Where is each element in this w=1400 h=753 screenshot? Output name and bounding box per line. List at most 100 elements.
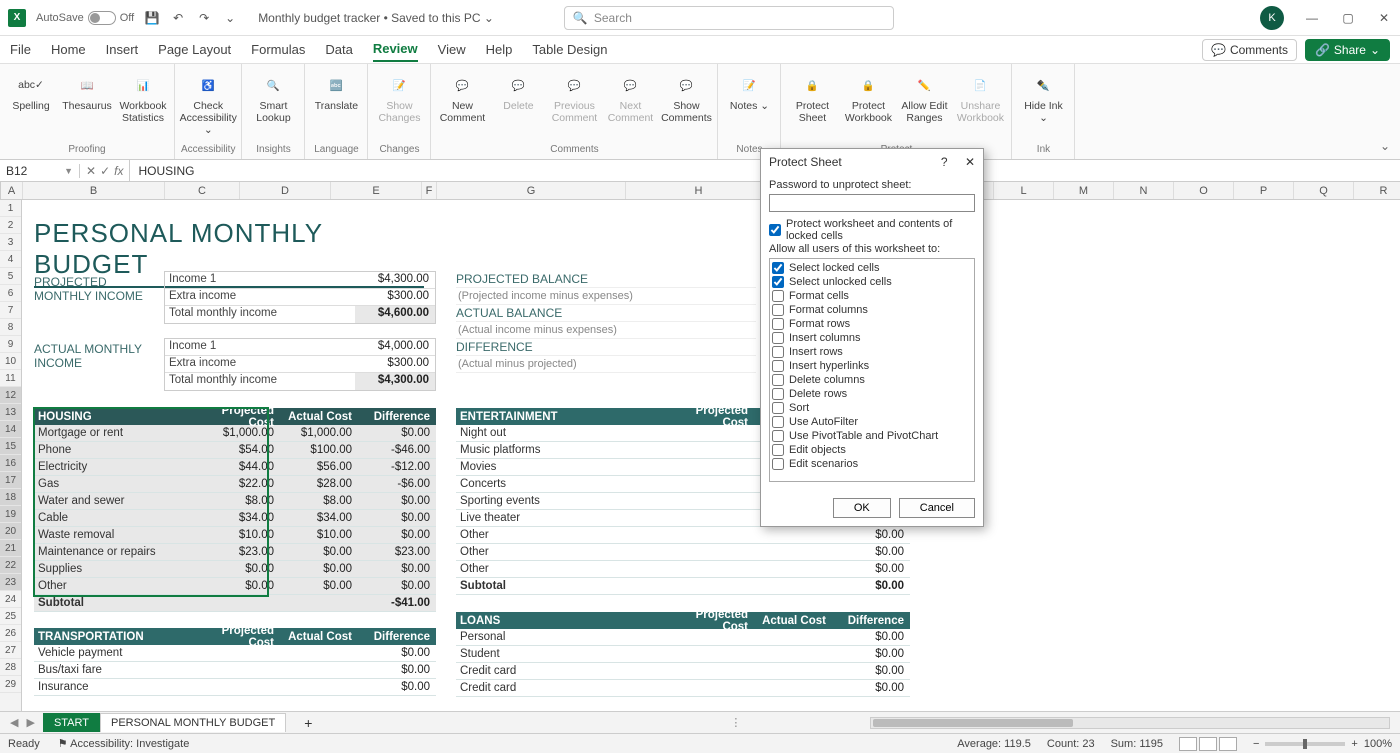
workbook-statistics-button[interactable]: 📊Workbook Statistics — [118, 68, 168, 124]
zoom-in-icon[interactable]: + — [1351, 738, 1357, 750]
prev-sheet-icon[interactable]: ◀ — [10, 716, 18, 729]
password-input[interactable] — [769, 194, 975, 212]
tab-insert[interactable]: Insert — [106, 38, 139, 61]
cancel-formula-icon[interactable]: ✕ — [86, 164, 96, 178]
tab-data[interactable]: Data — [325, 38, 352, 61]
permission-checkbox[interactable] — [772, 458, 784, 470]
permission-item[interactable]: Format rows — [772, 317, 972, 331]
notes-button[interactable]: 📝Notes ⌄ — [724, 68, 774, 112]
row-header-10[interactable]: 10 — [0, 353, 21, 370]
new-sheet-button[interactable]: + — [294, 715, 322, 731]
row-header-20[interactable]: 20 — [0, 523, 21, 540]
permission-checkbox[interactable] — [772, 262, 784, 274]
row-header-23[interactable]: 23 — [0, 574, 21, 591]
permission-item[interactable]: Insert columns — [772, 331, 972, 345]
row-header-26[interactable]: 26 — [0, 625, 21, 642]
horizontal-scrollbar[interactable] — [870, 717, 1390, 729]
protect-sheet-button[interactable]: 🔒Protect Sheet — [787, 68, 837, 124]
qat-dropdown-icon[interactable]: ⌄ — [222, 10, 238, 26]
minimize-icon[interactable]: — — [1304, 10, 1320, 26]
ok-button[interactable]: OK — [833, 498, 891, 518]
permission-checkbox[interactable] — [772, 346, 784, 358]
zoom-out-icon[interactable]: − — [1253, 738, 1259, 750]
sheet-tab-personal-monthly-budget[interactable]: PERSONAL MONTHLY BUDGET — [100, 713, 286, 732]
row-header-2[interactable]: 2 — [0, 217, 21, 234]
row-header-3[interactable]: 3 — [0, 234, 21, 251]
allow-edit-ranges-button[interactable]: ✏️Allow Edit Ranges — [899, 68, 949, 124]
protect-workbook-button[interactable]: 🔒Protect Workbook — [843, 68, 893, 124]
row-header-9[interactable]: 9 — [0, 336, 21, 353]
col-header-O[interactable]: O — [1174, 182, 1234, 199]
row-header-5[interactable]: 5 — [0, 268, 21, 285]
enter-formula-icon[interactable]: ✓ — [100, 164, 110, 178]
autosave-toggle[interactable]: AutoSave Off — [36, 11, 134, 25]
tab-table-design[interactable]: Table Design — [532, 38, 607, 61]
next-sheet-icon[interactable]: ▶ — [26, 716, 34, 729]
accessibility-status[interactable]: ⚑ Accessibility: Investigate — [58, 737, 190, 750]
permission-item[interactable]: Format cells — [772, 289, 972, 303]
col-header-L[interactable]: L — [994, 182, 1054, 199]
col-header-E[interactable]: E — [331, 182, 422, 199]
row-header-21[interactable]: 21 — [0, 540, 21, 557]
comments-button[interactable]: 💬 Comments — [1202, 39, 1297, 61]
smart-lookup-button[interactable]: 🔍Smart Lookup — [248, 68, 298, 124]
row-header-1[interactable]: 1 — [0, 200, 21, 217]
col-header-P[interactable]: P — [1234, 182, 1294, 199]
permission-checkbox[interactable] — [772, 388, 784, 400]
spelling-button[interactable]: abc✓Spelling — [6, 68, 56, 112]
row-header-18[interactable]: 18 — [0, 489, 21, 506]
row-header-12[interactable]: 12 — [0, 387, 21, 404]
permission-item[interactable]: Sort — [772, 401, 972, 415]
permission-item[interactable]: Delete columns — [772, 373, 972, 387]
row-header-7[interactable]: 7 — [0, 302, 21, 319]
row-header-6[interactable]: 6 — [0, 285, 21, 302]
permission-checkbox[interactable] — [772, 374, 784, 386]
protect-contents-checkbox[interactable] — [769, 224, 781, 236]
permission-item[interactable]: Format columns — [772, 303, 972, 317]
row-header-25[interactable]: 25 — [0, 608, 21, 625]
normal-view-icon[interactable] — [1179, 737, 1197, 751]
tab-file[interactable]: File — [10, 38, 31, 61]
permission-checkbox[interactable] — [772, 332, 784, 344]
permission-item[interactable]: Insert hyperlinks — [772, 359, 972, 373]
col-header-G[interactable]: G — [437, 182, 626, 199]
sheet-tab-start[interactable]: START — [43, 713, 100, 732]
close-icon[interactable]: ✕ — [1376, 10, 1392, 26]
tab-formulas[interactable]: Formulas — [251, 38, 305, 61]
tab-help[interactable]: Help — [486, 38, 513, 61]
row-header-4[interactable]: 4 — [0, 251, 21, 268]
row-header-22[interactable]: 22 — [0, 557, 21, 574]
permission-item[interactable]: Insert rows — [772, 345, 972, 359]
grid-cells[interactable]: PERSONAL MONTHLY BUDGET PROJECTED MONTHL… — [22, 200, 1400, 740]
tab-view[interactable]: View — [438, 38, 466, 61]
undo-icon[interactable]: ↶ — [170, 10, 186, 26]
page-break-view-icon[interactable] — [1219, 737, 1237, 751]
permission-item[interactable]: Edit scenarios — [772, 457, 972, 471]
permission-item[interactable]: Use AutoFilter — [772, 415, 972, 429]
row-header-17[interactable]: 17 — [0, 472, 21, 489]
translate-button[interactable]: 🔤Translate — [311, 68, 361, 112]
col-header-B[interactable]: B — [23, 182, 165, 199]
maximize-icon[interactable]: ▢ — [1340, 10, 1356, 26]
worksheet-grid[interactable]: 1234567891011121314151617181920212223242… — [0, 200, 1400, 740]
permissions-listbox[interactable]: Select locked cellsSelect unlocked cells… — [769, 258, 975, 482]
col-header-C[interactable]: C — [165, 182, 240, 199]
redo-icon[interactable]: ↷ — [196, 10, 212, 26]
permission-checkbox[interactable] — [772, 430, 784, 442]
share-button[interactable]: 🔗 Share ⌄ — [1305, 39, 1390, 61]
col-header-M[interactable]: M — [1054, 182, 1114, 199]
close-dialog-icon[interactable]: ✕ — [965, 155, 975, 169]
row-header-29[interactable]: 29 — [0, 676, 21, 693]
help-icon[interactable]: ? — [941, 155, 948, 169]
tab-home[interactable]: Home — [51, 38, 86, 61]
save-icon[interactable]: 💾 — [144, 10, 160, 26]
col-header-A[interactable]: A — [1, 182, 23, 199]
row-header-15[interactable]: 15 — [0, 438, 21, 455]
row-header-19[interactable]: 19 — [0, 506, 21, 523]
permission-checkbox[interactable] — [772, 360, 784, 372]
user-avatar[interactable]: K — [1260, 6, 1284, 30]
name-box[interactable]: B12 ▼ — [0, 164, 80, 178]
zoom-slider[interactable]: − + 100% — [1253, 738, 1392, 750]
tab-review[interactable]: Review — [373, 37, 418, 62]
permission-checkbox[interactable] — [772, 416, 784, 428]
